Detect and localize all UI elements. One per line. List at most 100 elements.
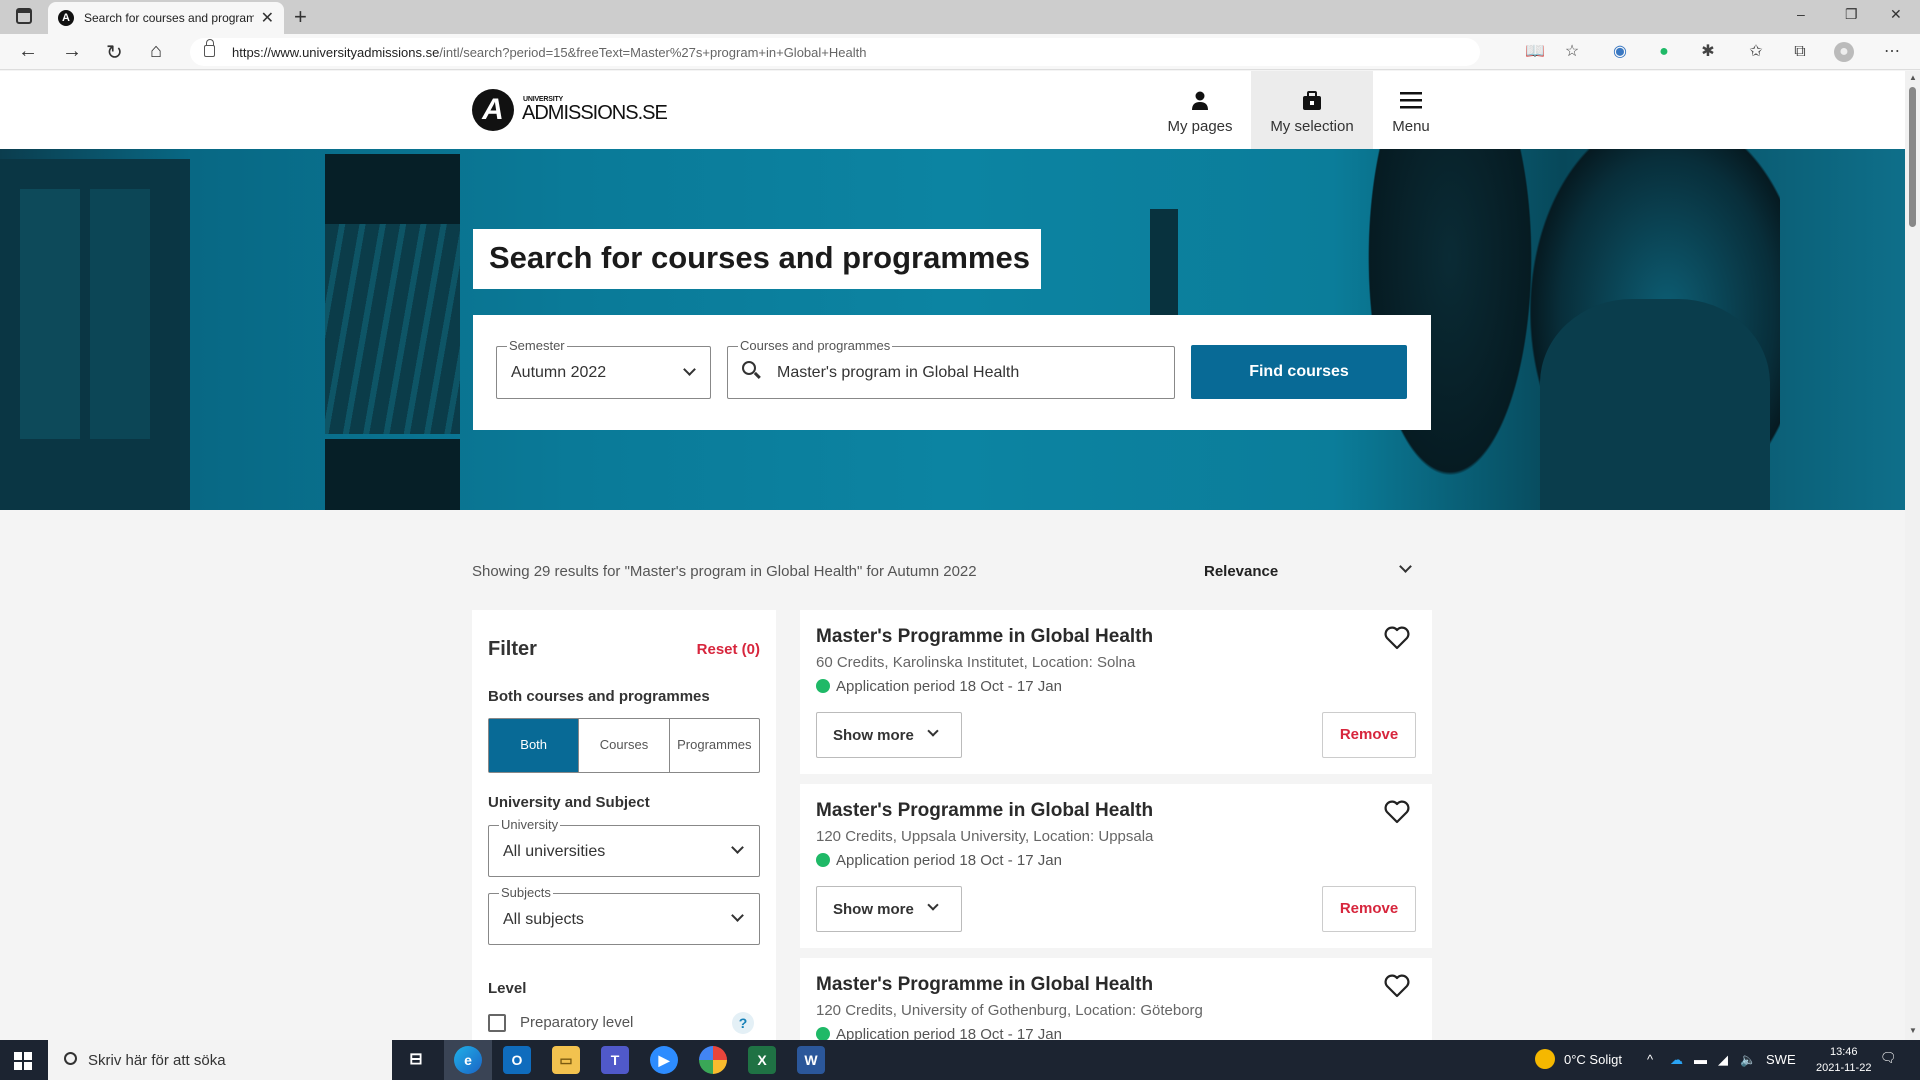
windows-taskbar: Skriv här för att söka ⊟ e O ▭ T ▶ X W 0… — [0, 1040, 1920, 1080]
battery-icon[interactable]: ▬ — [1694, 1052, 1707, 1067]
network-icon[interactable]: ◢ — [1718, 1052, 1728, 1068]
hero-books-row — [325, 224, 460, 434]
heart-favorite-icon[interactable] — [1384, 800, 1410, 824]
reset-filters-link[interactable]: Reset (0) — [697, 641, 760, 658]
extensions-puzzle-icon[interactable]: ✱ — [1698, 42, 1718, 62]
page-scrollbar[interactable]: ▲ ▼ — [1905, 71, 1920, 1040]
university-select[interactable]: University All universities — [488, 817, 760, 877]
card-title[interactable]: Master's Programme in Global Health — [816, 800, 1153, 822]
type-option-both[interactable]: Both — [489, 719, 580, 772]
reader-view-icon[interactable]: 📖 — [1525, 42, 1545, 62]
lock-icon[interactable] — [204, 39, 215, 57]
back-icon[interactable]: ← — [18, 40, 38, 63]
search-icon — [64, 1052, 77, 1065]
clock-time: 13:46 — [1829, 1046, 1858, 1058]
settings-more-icon[interactable]: ⋯ — [1882, 42, 1902, 62]
remove-button[interactable]: Remove — [1322, 886, 1416, 932]
subjects-value: All subjects — [503, 911, 584, 928]
chevron-down-icon — [731, 909, 744, 922]
new-tab-icon[interactable]: + — [294, 4, 307, 30]
restore-button[interactable]: ❐ — [1845, 6, 1858, 23]
forward-icon[interactable]: → — [62, 40, 82, 63]
university-value: All universities — [503, 843, 606, 860]
help-icon[interactable]: ? — [732, 1012, 754, 1034]
heart-favorite-icon[interactable] — [1384, 974, 1410, 998]
scroll-down-arrow-icon[interactable]: ▼ — [1909, 1026, 1917, 1035]
zoom-app-icon[interactable]: ▶ — [650, 1046, 678, 1074]
logo-icon[interactable]: A — [472, 89, 514, 131]
hamburger-icon — [1378, 91, 1444, 115]
type-heading: Both courses and programmes — [488, 688, 710, 705]
nav-my-pages[interactable]: My pages — [1160, 71, 1240, 149]
card-status-text: Application period 18 Oct - 17 Jan — [836, 1026, 1062, 1040]
semester-select[interactable]: Semester Autumn 2022 — [496, 338, 711, 399]
task-view-icon[interactable]: ⊟ — [402, 1046, 430, 1074]
word-icon[interactable]: W — [797, 1046, 825, 1074]
show-more-button[interactable]: Show more — [816, 712, 962, 758]
sort-chevron-down-icon[interactable] — [1399, 560, 1412, 573]
result-card: Master's Programme in Global Health 60 C… — [800, 610, 1432, 774]
chrome-icon[interactable] — [699, 1046, 727, 1074]
sort-select[interactable]: Relevance — [1204, 563, 1278, 580]
subjects-select[interactable]: Subjects All subjects — [488, 885, 760, 945]
favorites-icon[interactable]: ✩ — [1746, 42, 1766, 62]
tray-chevron-up-icon[interactable]: ^ — [1647, 1052, 1653, 1067]
scroll-thumb[interactable] — [1909, 87, 1916, 227]
edge-browser-icon[interactable]: e — [454, 1046, 482, 1074]
course-search-input[interactable]: Courses and programmes Master's program … — [727, 338, 1175, 399]
site-header: A UNIVERSITY ADMISSIONS.SE My pages My s… — [0, 71, 1905, 149]
minimize-button[interactable]: – — [1797, 6, 1805, 22]
card-title[interactable]: Master's Programme in Global Health — [816, 974, 1153, 996]
find-courses-button[interactable]: Find courses — [1191, 345, 1407, 399]
hero-shelf — [325, 154, 460, 224]
nav-menu-label: Menu — [1392, 118, 1430, 135]
tab-close-icon[interactable]: ✕ — [261, 8, 274, 28]
outlook-icon[interactable]: O — [503, 1046, 531, 1074]
url-path: /intl/search?period=15&freeText=Master%2… — [439, 45, 867, 60]
weather-text[interactable]: 0°C Soligt — [1564, 1052, 1622, 1067]
remove-button[interactable]: Remove — [1322, 712, 1416, 758]
logo-text[interactable]: ADMISSIONS.SE — [522, 102, 668, 125]
profile-avatar-icon[interactable]: ● — [1834, 42, 1854, 62]
nav-my-selection[interactable]: My selection — [1251, 71, 1373, 149]
type-option-programmes[interactable]: Programmes — [670, 719, 759, 772]
url-input[interactable]: https://www.universityadmissions.se/intl… — [190, 38, 1480, 66]
home-icon[interactable]: ⌂ — [150, 40, 162, 63]
search-panel: Semester Autumn 2022 Courses and program… — [473, 315, 1431, 430]
course-search-value: Master's program in Global Health — [777, 364, 1020, 381]
teams-icon[interactable]: T — [601, 1046, 629, 1074]
browser-tab-active[interactable]: A Search for courses and programmes ✕ — [48, 2, 284, 34]
university-legend: University — [499, 817, 561, 832]
collections-icon[interactable]: ⧉ — [1790, 42, 1810, 62]
type-option-courses[interactable]: Courses — [579, 719, 670, 772]
notifications-icon[interactable]: 🗨 — [1880, 1050, 1897, 1066]
hero-person-body — [1540, 299, 1770, 510]
hero-shelf — [325, 439, 460, 510]
grammarly-icon[interactable]: ● — [1654, 42, 1674, 62]
file-explorer-icon[interactable]: ▭ — [552, 1046, 580, 1074]
preparatory-level-label[interactable]: Preparatory level — [520, 1014, 633, 1031]
add-favorite-icon[interactable]: ☆ — [1562, 42, 1582, 62]
heart-favorite-icon[interactable] — [1384, 626, 1410, 650]
weather-sun-icon[interactable] — [1535, 1049, 1555, 1069]
excel-icon[interactable]: X — [748, 1046, 776, 1074]
preparatory-level-checkbox[interactable] — [488, 1014, 506, 1032]
nav-menu[interactable]: Menu — [1378, 71, 1444, 149]
uni-subject-heading: University and Subject — [488, 794, 650, 811]
reload-icon[interactable]: ↻ — [106, 40, 123, 65]
taskbar-clock[interactable]: 13:46 2021-11-22 — [1816, 1044, 1871, 1076]
extension-shield-icon[interactable]: ◉ — [1610, 42, 1630, 62]
close-window-button[interactable]: ✕ — [1890, 6, 1902, 23]
result-card: Master's Programme in Global Health 120 … — [800, 784, 1432, 948]
tab-actions-icon[interactable] — [16, 8, 32, 24]
taskbar-search-input[interactable]: Skriv här för att söka — [48, 1040, 392, 1080]
semester-value: Autumn 2022 — [511, 364, 607, 381]
volume-icon[interactable]: 🔈 — [1740, 1052, 1756, 1068]
windows-start-icon[interactable] — [14, 1052, 32, 1070]
language-indicator[interactable]: SWE — [1766, 1052, 1796, 1067]
scroll-up-arrow-icon[interactable]: ▲ — [1909, 73, 1917, 82]
hero-book — [20, 189, 80, 439]
onedrive-cloud-icon[interactable]: ☁ — [1670, 1052, 1683, 1068]
show-more-button[interactable]: Show more — [816, 886, 962, 932]
card-title[interactable]: Master's Programme in Global Health — [816, 626, 1153, 648]
